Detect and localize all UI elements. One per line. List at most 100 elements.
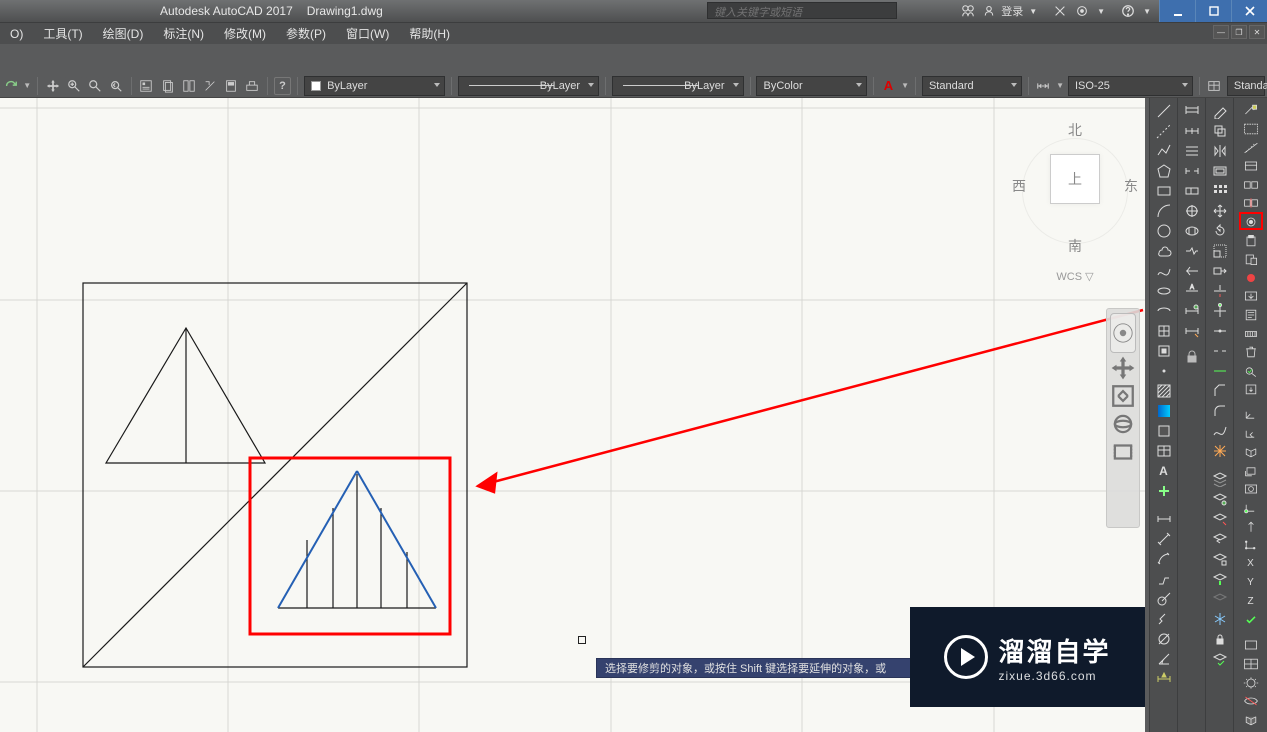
a360-icon[interactable] [1075,4,1089,18]
ucs-world-tool[interactable] [1238,407,1264,424]
dim-angular-tool[interactable] [1154,650,1174,668]
ellipse-tool[interactable] [1154,282,1174,300]
menu-item-dimension[interactable]: 标注(N) [153,23,214,45]
spline-tool[interactable] [1154,262,1174,280]
make-block-tool[interactable] [1154,342,1174,360]
menu-item-draw[interactable]: 绘图(D) [93,23,154,45]
dimspace-tool[interactable] [1182,142,1202,160]
mdi-close[interactable]: ✕ [1249,25,1265,39]
explode-tool[interactable] [1210,442,1230,460]
lineweight-dropdown[interactable]: ByLayer [612,76,743,96]
properties-button[interactable] [138,77,155,95]
tolerance-tool[interactable] [1182,182,1202,200]
viewcube-north[interactable]: 北 [1010,120,1140,140]
view-cube[interactable]: 北 南 西 东 上 WCS ▽ [1010,108,1140,288]
ucs-apply-tool[interactable] [1238,611,1264,628]
viewcube-south[interactable]: 南 [1010,236,1140,256]
window-close[interactable] [1231,0,1267,22]
group-tool[interactable] [1238,176,1264,193]
dimtedit-tool[interactable]: A [1182,282,1202,300]
add-selected-tool[interactable] [1154,482,1174,500]
textstyle-icon[interactable]: A [880,77,897,95]
table-tool[interactable] [1154,442,1174,460]
zoom-extents-nav-button[interactable] [1110,383,1136,409]
insert-block-tool[interactable] [1154,322,1174,340]
quick-dim-tool[interactable] [1154,670,1174,688]
showmotion-nav-button[interactable] [1110,439,1136,465]
window-minimize[interactable] [1159,0,1195,22]
palette-lock-icon[interactable] [1182,350,1202,364]
dim-radius-tool[interactable] [1154,590,1174,608]
paste-tool[interactable] [1238,251,1264,268]
visual-style-tool[interactable] [1238,711,1264,728]
copy-tool[interactable] [1210,122,1230,140]
polyline-tool[interactable] [1154,142,1174,160]
viewcube-east[interactable]: 东 [1124,176,1138,196]
ungroup-tool[interactable] [1238,195,1264,212]
tablestyle-icon[interactable] [1206,77,1223,95]
mdi-minimize[interactable]: — [1213,25,1229,39]
search-input[interactable]: 键入关键字或短语 [707,2,897,19]
orbit-nav-button[interactable] [1110,411,1136,437]
setvar-tool[interactable] [1238,158,1264,175]
ucs-prev-tool[interactable] [1238,425,1264,442]
viewcube-top-face[interactable]: 上 [1050,154,1100,204]
measure-tool[interactable] [1238,139,1264,156]
match-properties-tool[interactable] [1238,102,1264,119]
dim-baseline-tool[interactable] [1182,102,1202,120]
layer-iso-tool[interactable] [1210,510,1230,528]
gradient-tool[interactable] [1154,402,1174,420]
drawing-recovery-tool[interactable] [1238,381,1264,398]
isolate-tool[interactable] [1238,214,1264,231]
rectangle-tool[interactable] [1154,182,1174,200]
plotstyle-dropdown[interactable]: ByColor [756,76,866,96]
zoom-previous-button[interactable] [108,77,125,95]
ucs-object-tool[interactable] [1238,463,1264,480]
drawing-canvas[interactable]: 北 南 西 东 上 WCS ▽ 选择要修剪的对象，或按住 Shift 键选择要延… [0,98,1145,732]
zoom-window-button[interactable] [86,77,103,95]
action-recorder-tool[interactable] [1238,269,1264,286]
line-tool[interactable] [1154,102,1174,120]
layer-match-tool[interactable] [1210,550,1230,568]
trim-tool[interactable] [1210,282,1230,300]
script-tool[interactable] [1238,307,1264,324]
erase-tool[interactable] [1210,102,1230,120]
layer-off-tool[interactable] [1210,590,1230,608]
ucs-z-tool[interactable] [1238,518,1264,535]
pan-nav-button[interactable] [1110,355,1136,381]
menu-item-tools[interactable]: 工具(T) [33,23,92,45]
array-tool[interactable] [1210,182,1230,200]
ucs-x-tool[interactable]: X [1238,556,1264,573]
dimstyle-tool[interactable] [1182,322,1202,340]
ucs-3point-tool[interactable] [1238,537,1264,554]
dimstyle-dropdown[interactable]: ISO-25 [1068,76,1193,96]
layer-lock-tool[interactable] [1210,630,1230,648]
menu-item-parametric[interactable]: 参数(P) [276,23,336,45]
pan-button[interactable] [44,77,61,95]
signin-icon[interactable] [961,4,975,18]
ucs-view-tool[interactable] [1238,481,1264,498]
login-button[interactable]: 登录 ▼ [983,3,1037,19]
layer-prev-tool[interactable] [1210,530,1230,548]
fillet-tool[interactable] [1210,402,1230,420]
help-button[interactable]: ? [274,77,291,95]
dimension-icon[interactable] [1035,77,1052,95]
viewport-tool[interactable] [1238,656,1264,673]
menu-item-modify[interactable]: 修改(M) [214,23,276,45]
render-tool[interactable] [1238,674,1264,691]
tablestyle-dropdown[interactable]: Standa [1227,76,1265,96]
dim-jogged-tool[interactable] [1154,610,1174,628]
textstyle-dropdown[interactable]: Standard [922,76,1022,96]
stretch-tool[interactable] [1210,262,1230,280]
arc-tool[interactable] [1154,202,1174,220]
window-maximize[interactable] [1195,0,1231,22]
center-mark-tool[interactable] [1182,202,1202,220]
blend-tool[interactable] [1210,422,1230,440]
exchange-icon[interactable] [1053,4,1067,18]
break-at-point-tool[interactable] [1210,322,1230,340]
dim-continue-tool[interactable] [1182,122,1202,140]
ucs-y-tool[interactable]: Y [1238,574,1264,591]
quickcalc-button[interactable] [223,77,240,95]
revcloud-tool[interactable] [1154,242,1174,260]
polygon-tool[interactable] [1154,162,1174,180]
